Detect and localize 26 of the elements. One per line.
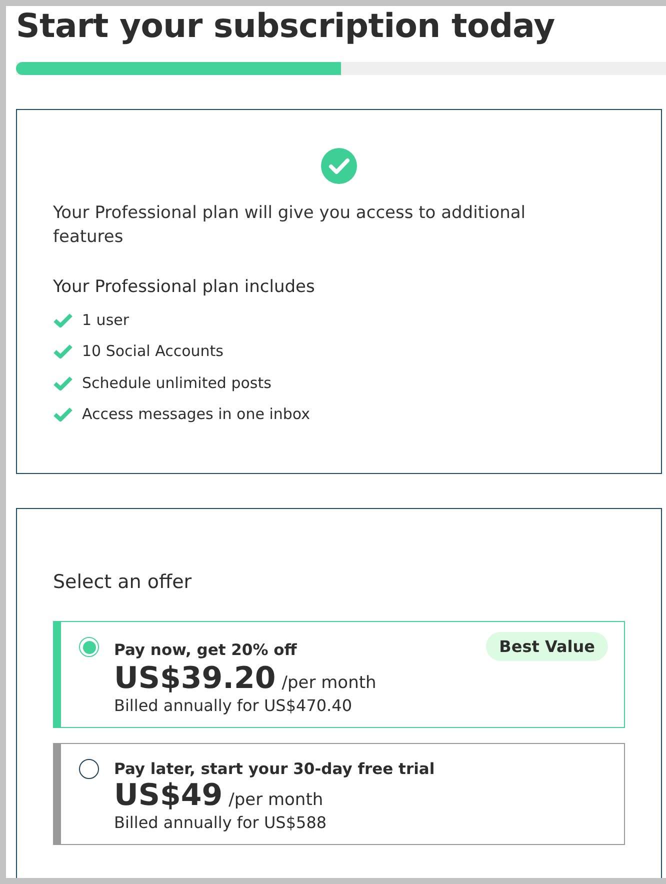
- price: US$39.20: [114, 661, 276, 696]
- offer-title: Pay later, start your 30-day free trial: [114, 759, 435, 778]
- radio-button[interactable]: [79, 637, 99, 657]
- feature-text: Schedule unlimited posts: [82, 374, 272, 392]
- check-circle-icon: [321, 148, 357, 184]
- offer-option[interactable]: Pay later, start your 30-day free trial US$49 /per month Billed annually for US$588: [53, 743, 625, 845]
- feature-text: 1 user: [82, 310, 130, 329]
- price: US$49: [114, 778, 223, 813]
- billing-note: Billed annually for US$588: [114, 813, 328, 832]
- includes-heading: Your Professional plan includes: [53, 276, 316, 298]
- offer-heading: Select an offer: [53, 571, 193, 593]
- price-period: /per month: [228, 790, 324, 810]
- billing-note: Billed annually for US$470.40: [114, 696, 353, 715]
- price-period: /per month: [282, 673, 376, 693]
- checkmark-icon: [53, 343, 73, 360]
- best-value-badge: Best Value: [486, 632, 608, 661]
- offer-option[interactable]: Pay now, get 20% off Best Value US$39.20 /per month Billed annually for US$470.40: [53, 621, 625, 728]
- checkmark-icon: [53, 406, 73, 422]
- checkmark-icon: [53, 312, 73, 328]
- checkmark-icon: [53, 374, 73, 391]
- offer-title: Pay now, get 20% off: [114, 640, 297, 658]
- feature-text: Access messages in one inbox: [82, 405, 310, 424]
- feature-text: 10 Social Accounts: [82, 342, 224, 360]
- radio-button[interactable]: [79, 759, 99, 779]
- plan-message: Your Professional plan will give you access to additional features: [53, 202, 527, 249]
- page-title: Start your subscription today: [16, 6, 556, 46]
